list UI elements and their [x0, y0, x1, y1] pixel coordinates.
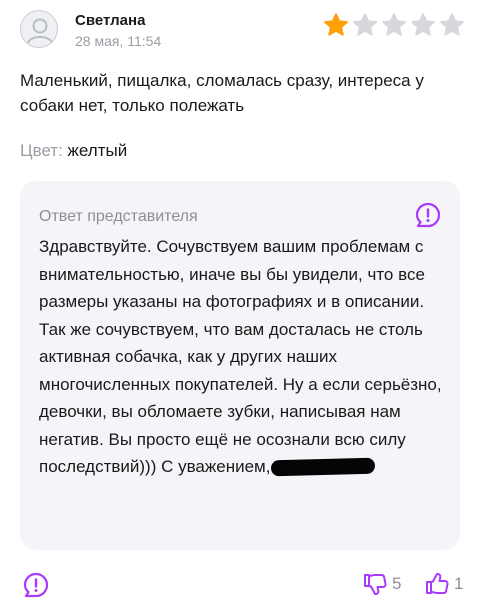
star-filled-icon	[324, 13, 348, 36]
like-button[interactable]: 1	[424, 571, 463, 597]
thumbs-down-icon	[364, 574, 387, 595]
rating-stars	[323, 12, 465, 38]
star-empty-icon	[382, 13, 406, 36]
star-empty-icon	[353, 13, 377, 36]
color-value: желтый	[67, 141, 128, 160]
reply-text: Здравствуйте. Сочувствуем вашим проблема…	[39, 233, 449, 481]
star-empty-icon	[411, 13, 435, 36]
dislike-button[interactable]: 5	[362, 571, 401, 597]
exclamation-bubble-icon[interactable]	[414, 201, 442, 229]
star-empty-icon	[440, 13, 464, 36]
reply-title: Ответ представителя	[39, 208, 198, 225]
reply-text-body: Здравствуйте. Сочувствуем вашим проблема…	[39, 237, 442, 476]
review-date: 28 мая, 11:54	[75, 33, 162, 49]
dislike-count: 5	[392, 574, 402, 593]
review-header: Светлана 28 мая, 11:54	[14, 8, 465, 52]
exclamation-bubble-icon[interactable]	[22, 571, 50, 599]
review-footer: 5 1	[0, 565, 479, 604]
redacted-signature	[271, 457, 376, 477]
product-color-row: Цвет: желтый	[20, 141, 127, 161]
review-text: Маленький, пищалка, сломалась сразу, инт…	[20, 71, 424, 115]
author-name: Светлана	[75, 12, 146, 29]
color-label: Цвет:	[20, 141, 68, 160]
seller-reply-card: Ответ представителя Здравствуйте. Сочувс…	[20, 181, 460, 550]
thumbs-up-icon	[426, 573, 449, 594]
like-count: 1	[454, 574, 464, 593]
user-avatar-icon[interactable]	[20, 10, 58, 48]
